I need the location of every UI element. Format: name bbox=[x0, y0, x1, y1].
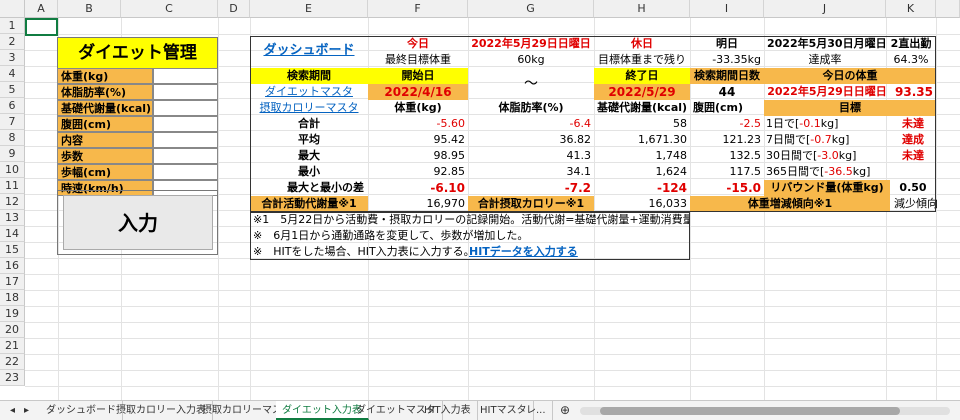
row-header[interactable]: 11 bbox=[0, 178, 25, 194]
column-header[interactable]: C bbox=[121, 0, 218, 18]
gridline bbox=[25, 354, 960, 355]
selected-cell-A1[interactable] bbox=[25, 18, 58, 36]
row-header[interactable]: 7 bbox=[0, 114, 25, 130]
row-header[interactable]: 16 bbox=[0, 258, 25, 274]
left-label: 体脂肪率(%) bbox=[57, 84, 153, 100]
sheet-tab[interactable]: HIT入力表 bbox=[418, 401, 478, 420]
left-input-cell[interactable] bbox=[153, 164, 218, 180]
row-header[interactable]: 23 bbox=[0, 370, 25, 386]
gridline bbox=[25, 338, 960, 339]
row-header[interactable]: 17 bbox=[0, 274, 25, 290]
input-button[interactable]: 入力 bbox=[63, 195, 213, 250]
column-header[interactable]: I bbox=[690, 0, 764, 18]
sheet-tab-bar: ◂ ▸ ダッシュボード 摂取カロリー入力表 摂取カロリーマスタ ダイエット入力表 ダイエ… bbox=[0, 400, 960, 420]
sheet-tab[interactable]: レ... bbox=[520, 401, 553, 420]
left-input-cell[interactable] bbox=[153, 84, 218, 100]
diet-title: ダイエット管理 bbox=[57, 37, 218, 69]
row-header[interactable]: 20 bbox=[0, 322, 25, 338]
row-header[interactable]: 21 bbox=[0, 338, 25, 354]
left-label: 基礎代謝量(kcal) bbox=[57, 100, 153, 116]
gridline bbox=[25, 34, 960, 35]
column-header[interactable]: G bbox=[468, 0, 594, 18]
row-header[interactable]: 22 bbox=[0, 354, 25, 370]
add-sheet-icon[interactable]: ⊕ bbox=[554, 401, 576, 420]
gridline bbox=[25, 370, 960, 371]
gridline bbox=[218, 18, 219, 400]
left-label: 歩幅(cm) bbox=[57, 164, 153, 180]
row-header[interactable]: 18 bbox=[0, 290, 25, 306]
left-input-cell[interactable] bbox=[153, 148, 218, 164]
column-header[interactable]: B bbox=[58, 0, 121, 18]
left-input-cell[interactable] bbox=[153, 132, 218, 148]
row-header[interactable]: 14 bbox=[0, 226, 25, 242]
column-header[interactable]: K bbox=[886, 0, 936, 18]
gridline bbox=[25, 274, 960, 275]
select-all-corner[interactable] bbox=[0, 0, 25, 18]
gridline bbox=[25, 322, 960, 323]
row-header[interactable]: 6 bbox=[0, 98, 25, 114]
left-label: 体重(kg) bbox=[57, 68, 153, 84]
row-header[interactable]: 4 bbox=[0, 66, 25, 82]
dashboard-frame bbox=[250, 36, 936, 212]
row-header[interactable]: 19 bbox=[0, 306, 25, 322]
row-header[interactable]: 15 bbox=[0, 242, 25, 258]
row-header[interactable]: 2 bbox=[0, 34, 25, 50]
column-header-blank bbox=[936, 0, 960, 18]
row-header[interactable]: 8 bbox=[0, 130, 25, 146]
column-header[interactable]: J bbox=[764, 0, 886, 18]
left-input-cell[interactable] bbox=[153, 68, 218, 84]
gridline bbox=[25, 306, 960, 307]
gridline bbox=[25, 386, 960, 387]
column-header[interactable]: D bbox=[218, 0, 250, 18]
notes-frame bbox=[250, 212, 690, 260]
left-label: 内容 bbox=[57, 132, 153, 148]
left-label: 歩数 bbox=[57, 148, 153, 164]
row-header[interactable]: 5 bbox=[0, 82, 25, 98]
row-header[interactable]: 13 bbox=[0, 210, 25, 226]
row-header[interactable]: 12 bbox=[0, 194, 25, 210]
scroll-tabs-right-icon[interactable]: ▸ bbox=[18, 401, 35, 420]
left-label: 腹囲(cm) bbox=[57, 116, 153, 132]
column-header[interactable]: H bbox=[594, 0, 690, 18]
horizontal-scrollbar[interactable] bbox=[580, 407, 950, 415]
left-input-cell[interactable] bbox=[153, 100, 218, 116]
spreadsheet-grid: ABCDEFGHIJK 1 2 3 4 5 6 7 8 9 10 11 12 13 14 15 16 17 18 1… bbox=[0, 0, 960, 400]
column-header[interactable]: F bbox=[368, 0, 468, 18]
gridline bbox=[25, 290, 960, 291]
column-header[interactable]: E bbox=[250, 0, 368, 18]
scrollbar-thumb[interactable] bbox=[600, 407, 900, 415]
row-header[interactable]: 9 bbox=[0, 146, 25, 162]
row-header[interactable]: 10 bbox=[0, 162, 25, 178]
row-header[interactable]: 1 bbox=[0, 18, 25, 34]
row-header[interactable]: 3 bbox=[0, 50, 25, 66]
left-input-cell[interactable] bbox=[153, 116, 218, 132]
column-header[interactable]: A bbox=[25, 0, 58, 18]
